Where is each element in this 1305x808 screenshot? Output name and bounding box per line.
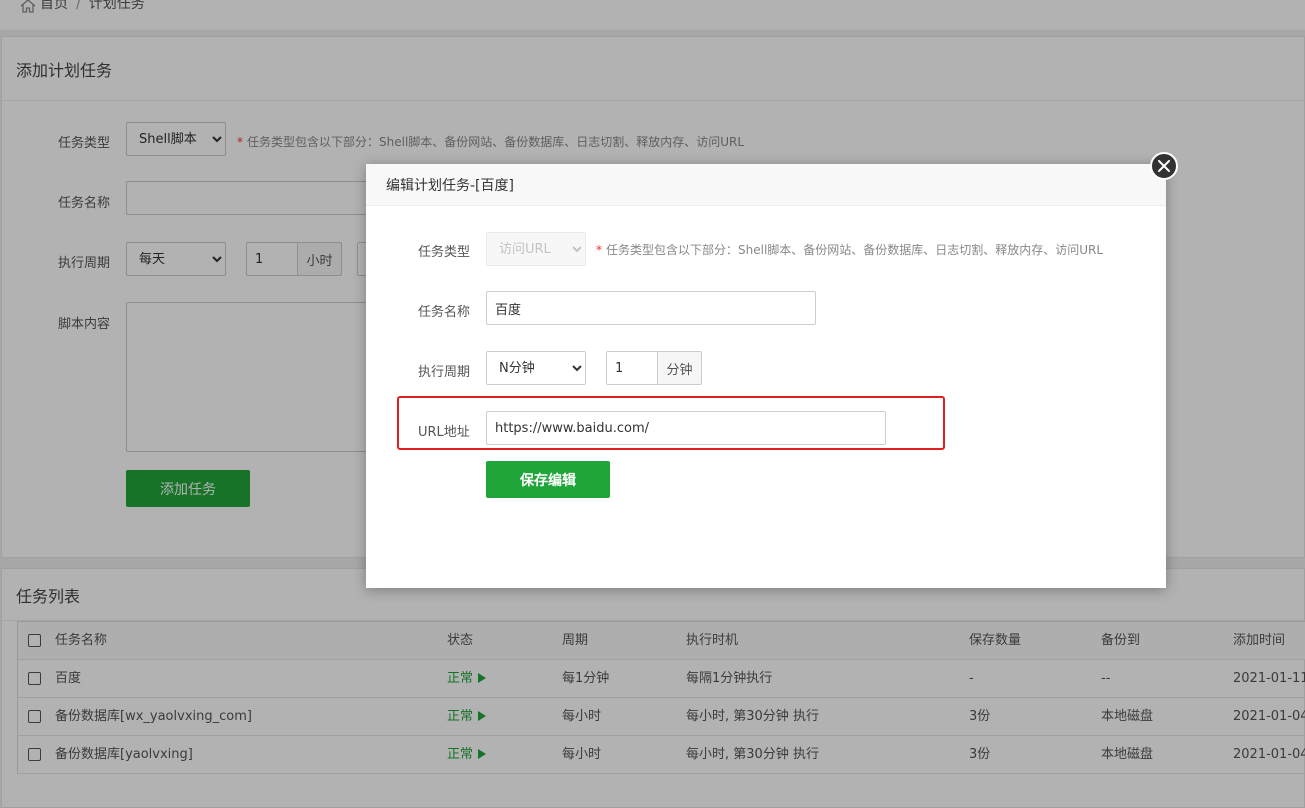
modal-task-type-label: 任务类型 — [418, 245, 471, 260]
modal-task-name-input[interactable] — [486, 291, 816, 325]
modal-cycle-label: 执行周期 — [418, 365, 471, 380]
modal-task-type-select[interactable]: 访问URL — [486, 232, 586, 266]
modal-minute-stepper: 分钟 — [606, 351, 702, 385]
modal-minute-unit: 分钟 — [658, 351, 702, 385]
modal-task-type-hint: * 任务类型包含以下部分：Shell脚本、备份网站、备份数据库、日志切割、释放内存… — [596, 243, 1104, 257]
url-highlight-box — [397, 396, 945, 450]
close-modal-button[interactable] — [1150, 152, 1178, 180]
save-edit-button[interactable]: 保存编辑 — [486, 461, 610, 498]
edit-task-modal: 编辑计划任务-[百度] 任务类型 访问URL * 任务类型包含以下部分：Shell… — [366, 164, 1166, 588]
modal-cycle-select[interactable]: N分钟 — [486, 351, 586, 385]
modal-minute-input[interactable] — [606, 351, 658, 385]
close-icon — [1158, 160, 1170, 172]
modal-title: 编辑计划任务-[百度] — [366, 164, 1166, 206]
modal-task-name-label: 任务名称 — [418, 305, 471, 320]
